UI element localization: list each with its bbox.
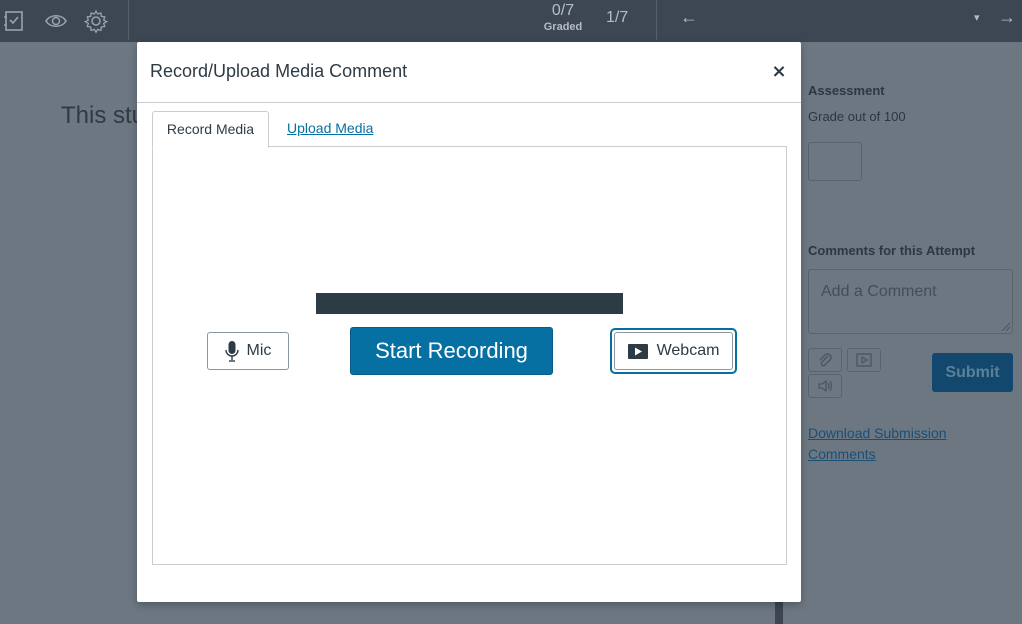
- assessment-heading: Assessment: [808, 83, 885, 98]
- graded-count-label: Graded: [543, 21, 583, 33]
- comment-placeholder: Add a Comment: [821, 283, 937, 300]
- student-position: 1/7: [606, 9, 629, 26]
- mic-select-button[interactable]: Mic: [207, 332, 289, 370]
- grade-label: Grade out of 100: [808, 109, 906, 124]
- toolbar-separator: [656, 0, 657, 40]
- eye-icon[interactable]: [42, 7, 70, 35]
- gear-icon[interactable]: [82, 7, 110, 35]
- close-icon[interactable]: ×: [767, 60, 791, 84]
- prev-student-arrow-icon[interactable]: ←: [680, 7, 698, 28]
- comments-heading: Comments for this Attempt: [808, 243, 976, 258]
- submission-message: This stu: [61, 102, 146, 129]
- dialog-title: Record/Upload Media Comment: [150, 61, 408, 81]
- paperclip-icon: [819, 353, 832, 367]
- grade-input[interactable]: [808, 142, 862, 181]
- media-comment-dialog: Record/Upload Media Comment × Record Med…: [137, 42, 801, 602]
- grading-sidebar: Assessment Grade out of 100 Comments for…: [783, 42, 1022, 624]
- resize-grip-icon[interactable]: [1000, 321, 1010, 331]
- attach-file-button[interactable]: [808, 348, 842, 372]
- comment-textarea[interactable]: Add a Comment: [808, 269, 1013, 334]
- graded-count-value: 0/7: [551, 2, 575, 19]
- video-icon: [856, 353, 872, 367]
- submit-comment-button[interactable]: Submit: [932, 353, 1013, 392]
- dialog-header: Record/Upload Media Comment ×: [137, 42, 801, 103]
- speech-to-text-button[interactable]: [808, 374, 842, 398]
- audio-level-meter: [316, 293, 623, 314]
- record-media-panel: Mic Start Recording Webcam: [152, 146, 787, 565]
- webcam-focus-ring: Webcam: [610, 328, 737, 374]
- media-comment-button[interactable]: [847, 348, 881, 372]
- download-submission-comments-link[interactable]: Download Submission Comments: [808, 423, 968, 465]
- tab-upload-media[interactable]: Upload Media: [287, 120, 373, 136]
- grading-icon[interactable]: [0, 7, 28, 35]
- top-toolbar: 0/7 Graded 1/7 ← ▾ →: [0, 0, 1022, 42]
- video-camera-icon: [627, 343, 648, 359]
- tab-record-media[interactable]: Record Media: [152, 111, 269, 148]
- microphone-icon: [224, 341, 239, 362]
- graded-count: 0/7 Graded: [540, 1, 586, 34]
- toolbar-separator: [128, 0, 129, 40]
- speaker-icon: [818, 379, 833, 393]
- webcam-select-button[interactable]: Webcam: [614, 332, 733, 370]
- media-tabs: Record Media Upload Media: [152, 111, 787, 148]
- webcam-label: Webcam: [656, 342, 720, 359]
- next-student-arrow-icon[interactable]: →: [998, 7, 1016, 28]
- start-recording-button[interactable]: Start Recording: [350, 327, 553, 375]
- mic-label: Mic: [246, 342, 272, 359]
- student-select-chevron-down-icon[interactable]: ▾: [974, 11, 980, 24]
